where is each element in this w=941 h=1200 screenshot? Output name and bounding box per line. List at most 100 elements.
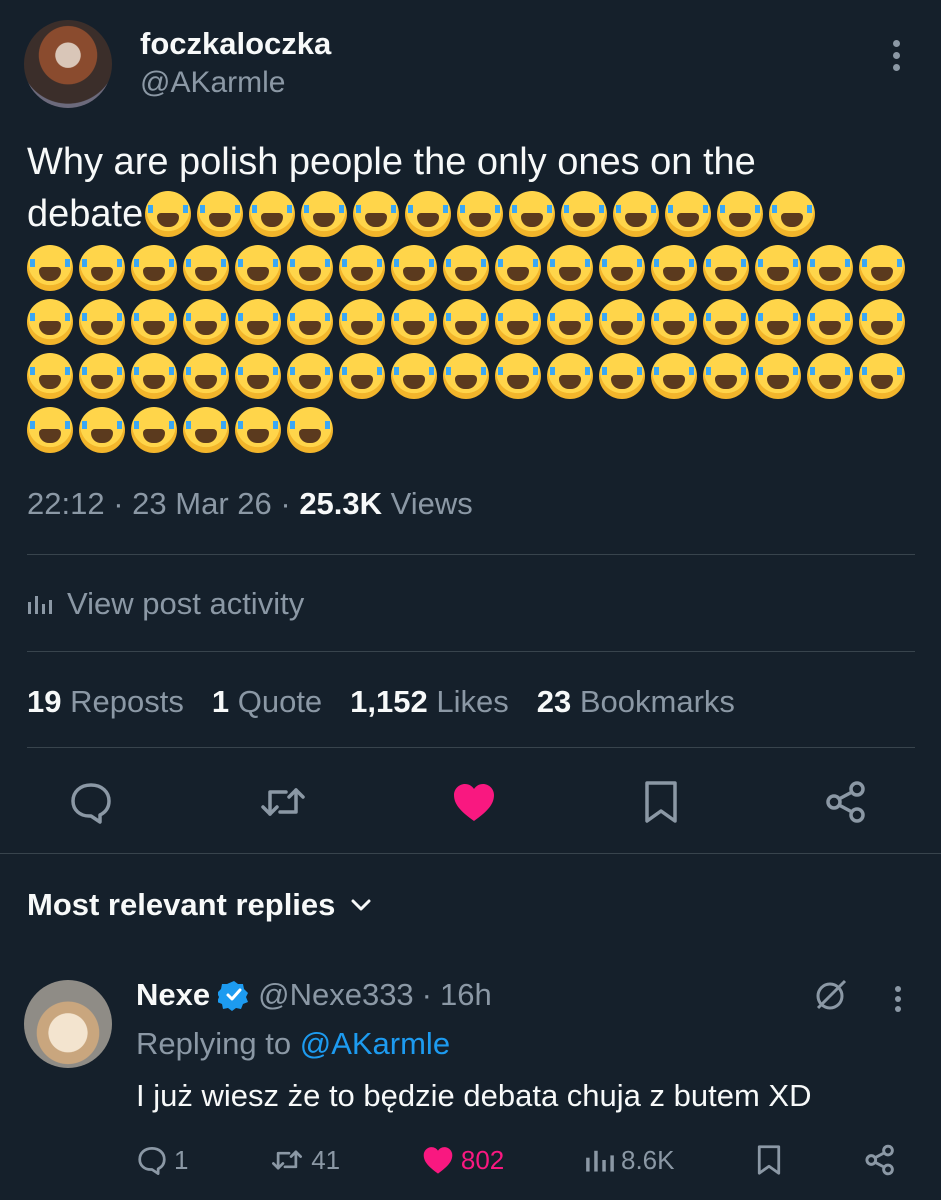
post-text-line2: debate [27, 192, 144, 235]
chevron-down-icon [351, 899, 371, 911]
loudly-crying-face-icon [457, 191, 504, 237]
reply-time: 16h [440, 977, 492, 1012]
bookmarks-label: Bookmarks [579, 684, 735, 719]
loudly-crying-face-icon [599, 299, 645, 345]
comment-icon [138, 1147, 166, 1175]
quotes-stat[interactable]: 1 Quote [212, 684, 322, 720]
reply-author-name[interactable]: Nexe [136, 977, 210, 1013]
loudly-crying-face-icon [27, 299, 73, 345]
bookmark-button[interactable] [641, 779, 681, 825]
emoji-row-3 [27, 295, 927, 349]
loudly-crying-face-icon [561, 191, 608, 237]
replying-to-handle[interactable]: @AKarmle [300, 1026, 450, 1061]
reply-author-handle[interactable]: @Nexe333 [258, 977, 414, 1013]
view-post-activity-link[interactable]: View post activity [27, 586, 304, 622]
loudly-crying-face-icon [807, 353, 853, 399]
reply-separator: · [421, 977, 432, 1012]
author-display-name[interactable]: foczkaloczka [140, 26, 331, 62]
post-action-bar [68, 778, 868, 826]
divider [27, 747, 915, 748]
loudly-crying-face-icon [405, 191, 452, 237]
views-count: 25.3K [299, 486, 383, 521]
author-handle[interactable]: @AKarmle [140, 66, 286, 100]
reply-more-options-icon[interactable] [886, 986, 910, 1017]
bookmark-icon [644, 781, 677, 823]
repost-icon [272, 1150, 303, 1170]
share-button[interactable] [824, 780, 868, 824]
loudly-crying-face-icon [495, 299, 541, 345]
replies-sort-dropdown[interactable]: Most relevant replies [27, 887, 371, 923]
quotes-label: Quote [237, 684, 323, 719]
reply-bookmark-button[interactable] [755, 1144, 783, 1176]
meta-separator: · [280, 486, 291, 521]
analytics-icon [586, 1150, 614, 1172]
likes-stat[interactable]: 1,152 Likes [350, 684, 509, 720]
emoji-row-1: debate [27, 187, 927, 241]
loudly-crying-face-icon [859, 245, 905, 291]
replying-to-line: Replying to @AKarmle [136, 1026, 450, 1062]
loudly-crying-face-icon [613, 191, 660, 237]
loudly-crying-face-icon [79, 407, 125, 453]
reply-author-avatar[interactable] [24, 980, 112, 1068]
bookmarks-stat[interactable]: 23 Bookmarks [537, 684, 735, 720]
loudly-crying-face-icon [703, 245, 749, 291]
reply-action-bar: 1 41 802 8.6K [136, 1140, 896, 1180]
repost-button[interactable] [258, 780, 308, 824]
view-post-activity-label: View post activity [67, 586, 305, 621]
loudly-crying-face-icon [391, 299, 437, 345]
loudly-crying-face-icon [353, 191, 400, 237]
loudly-crying-face-icon [197, 191, 244, 237]
bookmark-icon [758, 1145, 781, 1175]
loudly-crying-face-icon [755, 353, 801, 399]
reply-text: I już wiesz że to będzie debata chuja z … [136, 1078, 812, 1113]
engagement-stats: 19 Reposts 1 Quote 1,152 Likes 23 Bookma… [27, 684, 735, 720]
emoji-row-4 [27, 349, 927, 403]
author-avatar[interactable] [24, 20, 112, 108]
loudly-crying-face-icon [703, 299, 749, 345]
loudly-crying-face-icon [287, 245, 333, 291]
loudly-crying-face-icon [717, 191, 764, 237]
loudly-crying-face-icon [665, 191, 712, 237]
loudly-crying-face-icon [287, 353, 333, 399]
grok-icon[interactable] [812, 976, 850, 1014]
share-icon [826, 781, 865, 823]
loudly-crying-face-icon [235, 299, 281, 345]
loudly-crying-face-icon [235, 245, 281, 291]
reply-comment-button[interactable]: 1 [136, 1145, 188, 1176]
loudly-crying-face-icon [79, 245, 125, 291]
reply-views-button[interactable]: 8.6K [585, 1145, 674, 1176]
loudly-crying-face-icon [599, 245, 645, 291]
divider [27, 651, 915, 652]
loudly-crying-face-icon [287, 299, 333, 345]
emoji-row-2 [27, 241, 927, 295]
reply-button[interactable] [68, 780, 114, 824]
repost-icon [260, 788, 305, 816]
loudly-crying-face-icon [859, 353, 905, 399]
post-date: 23 Mar 26 [132, 486, 272, 521]
loudly-crying-face-icon [301, 191, 348, 237]
loudly-crying-face-icon [339, 353, 385, 399]
loudly-crying-face-icon [27, 353, 73, 399]
more-options-icon[interactable] [884, 40, 908, 76]
share-icon [865, 1144, 894, 1176]
reposts-stat[interactable]: 19 Reposts [27, 684, 184, 720]
loudly-crying-face-icon [339, 245, 385, 291]
loudly-crying-face-icon [509, 191, 556, 237]
like-button[interactable] [451, 781, 497, 823]
views-label: Views [390, 486, 473, 521]
loudly-crying-face-icon [131, 353, 177, 399]
reply-repost-button[interactable]: 41 [269, 1145, 340, 1176]
loudly-crying-face-icon [651, 353, 697, 399]
loudly-crying-face-icon [235, 353, 281, 399]
loudly-crying-face-icon [547, 353, 593, 399]
reply-like-count: 802 [460, 1144, 505, 1175]
loudly-crying-face-icon [183, 407, 229, 453]
reply-like-button[interactable]: 802 [421, 1145, 504, 1176]
section-divider [0, 853, 941, 854]
reply-comment-count: 1 [174, 1144, 189, 1175]
reply-header: Nexe @Nexe333 · 16h [136, 977, 492, 1013]
loudly-crying-face-icon [443, 353, 489, 399]
loudly-crying-face-icon [183, 299, 229, 345]
reply-share-button[interactable] [864, 1144, 896, 1176]
verified-badge-icon [218, 981, 249, 1011]
